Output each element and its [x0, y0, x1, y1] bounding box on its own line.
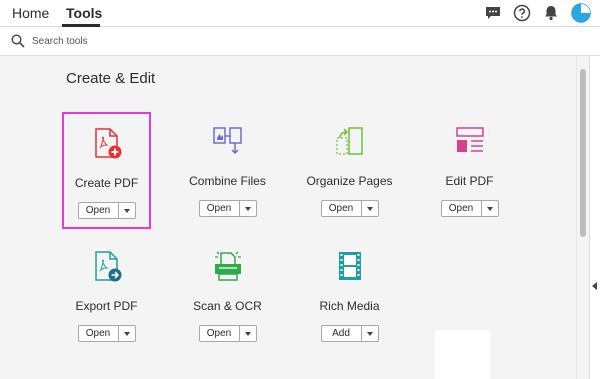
- tool-tile-create-pdf[interactable]: Create PDF Open: [62, 112, 151, 229]
- tool-label: Scan & OCR: [193, 299, 262, 313]
- search-bar: [0, 27, 600, 56]
- tool-label: Edit PDF: [445, 174, 494, 188]
- open-button-label[interactable]: Open: [322, 201, 362, 216]
- chevron-down-icon: [366, 206, 373, 211]
- expand-pane-icon[interactable]: [592, 282, 597, 290]
- comment-icon[interactable]: [484, 4, 502, 22]
- open-button-label[interactable]: Open: [442, 201, 482, 216]
- open-button-label[interactable]: Open: [200, 201, 240, 216]
- help-icon[interactable]: [513, 4, 531, 22]
- tool-tile-scan-ocr[interactable]: Scan & OCR Open: [183, 237, 272, 354]
- open-button: Open: [77, 202, 136, 219]
- scroll-thumb[interactable]: [580, 69, 586, 237]
- search-input[interactable]: [32, 33, 332, 50]
- dropdown-button[interactable]: [240, 326, 256, 341]
- tool-tile-combine-files[interactable]: Combine Files Open: [183, 112, 272, 229]
- open-button: Open: [198, 325, 257, 342]
- chevron-down-icon: [366, 331, 373, 336]
- search-icon: [11, 34, 25, 48]
- open-button-label[interactable]: Open: [200, 326, 240, 341]
- open-button: Open: [440, 200, 499, 217]
- open-button-label[interactable]: Open: [79, 203, 119, 218]
- avatar-icon[interactable]: [571, 3, 591, 23]
- create-pdf-icon: [94, 128, 121, 159]
- chevron-down-icon: [486, 206, 493, 211]
- open-button: Open: [77, 325, 136, 342]
- tab-tools[interactable]: Tools: [66, 5, 102, 21]
- right-pane-collapsed: [589, 56, 600, 379]
- tool-tile-rich-media[interactable]: Rich Media Add: [305, 237, 394, 354]
- tool-tile-edit-pdf[interactable]: Edit PDF Open: [425, 112, 514, 229]
- tool-label: Create PDF: [74, 176, 139, 190]
- export-pdf-icon: [94, 251, 121, 282]
- tool-label: Organize Pages: [306, 174, 393, 188]
- tab-home[interactable]: Home: [12, 5, 49, 21]
- open-button: Open: [198, 200, 257, 217]
- section-title: Create & Edit: [66, 70, 156, 87]
- tool-label: Rich Media: [319, 299, 380, 313]
- dropdown-button[interactable]: [362, 201, 378, 216]
- tool-tile-organize-pages[interactable]: Organize Pages Open: [305, 112, 394, 229]
- edit-pdf-icon: [455, 127, 484, 152]
- chevron-down-icon: [244, 206, 251, 211]
- chevron-down-icon: [123, 331, 130, 336]
- tool-label: Export PDF: [75, 299, 138, 313]
- dropdown-button[interactable]: [119, 203, 135, 218]
- add-button: Add: [320, 325, 379, 342]
- chevron-down-icon: [123, 208, 130, 213]
- dropdown-button[interactable]: [482, 201, 498, 216]
- blank-region: [435, 330, 490, 379]
- add-button-label[interactable]: Add: [322, 326, 362, 341]
- tool-label: Combine Files: [189, 174, 266, 188]
- notification-bell-icon[interactable]: [542, 4, 560, 22]
- rich-media-icon: [338, 252, 361, 280]
- top-navigation: Home Tools: [0, 0, 600, 27]
- chevron-down-icon: [244, 331, 251, 336]
- dropdown-button[interactable]: [240, 201, 256, 216]
- dropdown-button[interactable]: [362, 326, 378, 341]
- combine-files-icon: [212, 127, 242, 155]
- open-button-label[interactable]: Open: [79, 326, 119, 341]
- vertical-scrollbar[interactable]: [576, 56, 589, 379]
- tool-tile-export-pdf[interactable]: Export PDF Open: [62, 237, 151, 354]
- organize-pages-icon: [335, 127, 363, 155]
- scan-ocr-icon: [214, 251, 241, 281]
- open-button: Open: [320, 200, 379, 217]
- dropdown-button[interactable]: [119, 326, 135, 341]
